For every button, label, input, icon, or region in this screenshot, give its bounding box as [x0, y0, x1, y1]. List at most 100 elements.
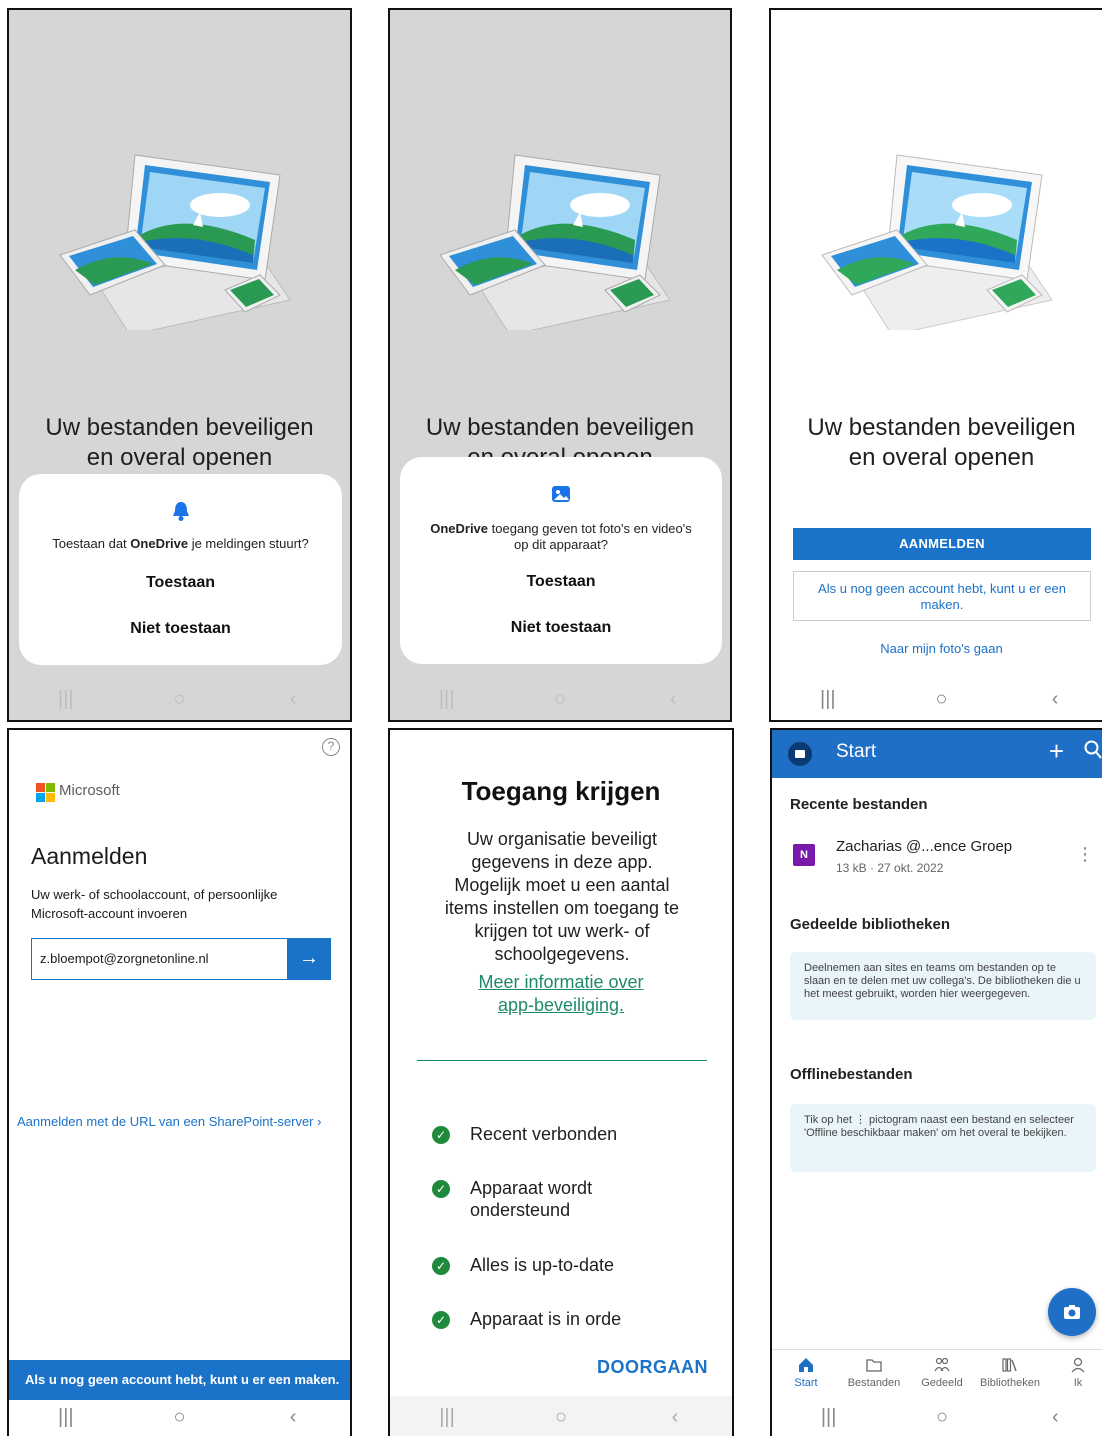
permission-message: Toestaan dat OneDrive je meldingen stuur… — [52, 536, 309, 551]
section-title-offline: Offlinebestanden — [790, 1066, 913, 1083]
allow-button[interactable]: Toestaan — [400, 573, 722, 591]
system-nav-bar: ||| ○ ‹ — [9, 678, 350, 720]
library-icon — [1002, 1358, 1017, 1372]
next-arrow-button[interactable]: → — [287, 938, 331, 980]
file-name: Zacharias @...ence Groep — [836, 838, 1013, 855]
photo-icon — [400, 483, 722, 510]
more-info-link[interactable]: Meer informatie over app-beveiliging. — [390, 971, 732, 1017]
screen-onedrive-home: Start + Recente bestanden N Zacharias @.… — [770, 728, 1102, 1436]
headline-line-2: en overal openen — [848, 444, 1035, 471]
continue-button[interactable]: DOORGAAN — [597, 1357, 708, 1378]
section-title-shared: Gedeelde bibliotheken — [790, 916, 951, 933]
help-icon[interactable]: ? — [322, 738, 340, 756]
page-title: Toegang krijgen — [461, 776, 661, 806]
page-title: Aanmelden — [31, 843, 148, 869]
signin-button[interactable]: AANMELDEN — [793, 528, 1091, 560]
screen-onedrive-welcome: Uw bestanden beveiligen en overal openen… — [769, 8, 1102, 722]
shared-info-box: Deelnemen aan sites en teams om bestande… — [790, 952, 1096, 1020]
tab-gedeeld[interactable]: Gedeeld — [909, 1356, 975, 1389]
tab-start[interactable]: Start — [773, 1356, 839, 1389]
people-icon — [934, 1357, 950, 1372]
file-meta: 13 kB · 27 okt. 2022 — [836, 861, 944, 875]
section-title-recent: Recente bestanden — [790, 796, 928, 813]
check-circle-icon: ✓ — [432, 1180, 450, 1198]
headline-line-1: Uw bestanden beveiligen — [45, 414, 314, 441]
microsoft-logo — [36, 783, 55, 802]
recents-nav-button[interactable]: ||| — [808, 688, 848, 711]
deny-button[interactable]: Niet toestaan — [19, 620, 342, 638]
screen-access-check: Toegang krijgen Uw organisatie beveiligt… — [388, 728, 734, 1436]
devices-illustration — [820, 154, 1053, 330]
allow-button[interactable]: Toestaan — [19, 574, 342, 592]
offline-info-box: Tik op het ⋮ pictogram naast een bestand… — [790, 1104, 1096, 1172]
person-icon — [1071, 1357, 1085, 1373]
screen-photo-permission: Uw bestanden beveiligen en overal openen… — [388, 8, 732, 722]
go-to-photos-link[interactable]: Naar mijn foto's gaan — [771, 641, 1102, 656]
bell-icon — [19, 500, 342, 527]
permission-dialog: Toestaan dat OneDrive je meldingen stuur… — [19, 474, 342, 665]
back-nav-button[interactable]: ‹ — [653, 688, 693, 711]
system-nav-bar: ||| ○ ‹ — [772, 1396, 1102, 1436]
search-icon[interactable] — [1084, 740, 1102, 765]
check-item: ✓ Apparaat is in orde — [432, 1308, 621, 1330]
folder-icon — [866, 1359, 882, 1372]
app-header: Start + — [772, 730, 1102, 778]
tab-bibliotheken[interactable]: Bibliotheken — [977, 1356, 1043, 1389]
home-nav-button[interactable]: ○ — [922, 1406, 962, 1429]
create-account-button[interactable]: Als u nog geen account hebt, kunt u er e… — [793, 571, 1091, 621]
screen-notification-permission: Uw bestanden beveiligen en overal openen… — [7, 8, 352, 722]
recents-nav-button[interactable]: ||| — [427, 688, 467, 711]
tab-bestanden[interactable]: Bestanden — [841, 1356, 907, 1389]
email-field[interactable]: z.bloempot@zorgnetonline.nl — [31, 938, 288, 980]
home-nav-button[interactable]: ○ — [159, 688, 199, 711]
home-nav-button[interactable]: ○ — [540, 688, 580, 711]
header-title: Start — [836, 741, 877, 762]
access-body-text: Uw organisatie beveiligt gegevens in dez… — [444, 829, 680, 964]
headline-line-1: Uw bestanden beveiligen — [807, 414, 1076, 441]
permission-message: OneDrive toegang geven tot foto's en vid… — [430, 521, 692, 552]
recents-nav-button[interactable]: ||| — [46, 1406, 86, 1429]
back-nav-button[interactable]: ‹ — [273, 1406, 313, 1429]
check-circle-icon: ✓ — [432, 1257, 450, 1275]
chevron-right-icon: › — [317, 1114, 322, 1129]
deny-button[interactable]: Niet toestaan — [400, 619, 722, 637]
microsoft-brand-text: Microsoft — [59, 782, 120, 799]
divider — [417, 1060, 707, 1061]
camera-icon — [1064, 1305, 1080, 1319]
check-circle-icon: ✓ — [432, 1311, 450, 1329]
back-nav-button[interactable]: ‹ — [1035, 1406, 1075, 1429]
onenote-icon: N — [793, 844, 815, 866]
headline-line-2: en overal openen — [86, 444, 273, 471]
system-nav-bar: ||| ○ ‹ — [390, 678, 730, 720]
signin-subtitle: Uw werk- of schoolaccount, of persoonlij… — [31, 887, 278, 921]
recents-nav-button[interactable]: ||| — [46, 688, 86, 711]
home-nav-button[interactable]: ○ — [159, 1406, 199, 1429]
permission-dialog: OneDrive toegang geven tot foto's en vid… — [400, 457, 722, 664]
briefcase-icon — [795, 750, 805, 758]
recents-nav-button[interactable]: ||| — [427, 1406, 467, 1429]
back-nav-button[interactable]: ‹ — [1035, 688, 1075, 711]
back-nav-button[interactable]: ‹ — [273, 688, 313, 711]
create-account-banner[interactable]: Als u nog geen account hebt, kunt u er e… — [9, 1360, 350, 1400]
system-nav-bar: ||| ○ ‹ — [771, 678, 1102, 720]
devices-illustration — [439, 154, 671, 330]
camera-button[interactable] — [1048, 1288, 1096, 1336]
add-button[interactable]: + — [1049, 736, 1064, 767]
bottom-tab-bar: Start Bestanden Gedeeld Bibliotheken Ik — [772, 1350, 1102, 1396]
screen-microsoft-signin: ? Microsoft Aanmelden Uw werk- of school… — [7, 728, 352, 1436]
recents-nav-button[interactable]: ||| — [809, 1406, 849, 1429]
more-options-icon[interactable]: ⋮ — [1076, 844, 1094, 865]
devices-illustration — [58, 154, 291, 330]
home-nav-button[interactable]: ○ — [921, 688, 961, 711]
file-row[interactable]: N Zacharias @...ence Groep 13 kB · 27 ok… — [772, 830, 1102, 882]
check-item: ✓ Apparaat wordt ondersteund — [432, 1177, 632, 1221]
check-circle-icon: ✓ — [432, 1126, 450, 1144]
sharepoint-signin-link[interactable]: Aanmelden met de URL van een SharePoint-… — [17, 1114, 321, 1129]
back-nav-button[interactable]: ‹ — [655, 1406, 695, 1429]
tab-ik[interactable]: Ik — [1045, 1356, 1102, 1389]
home-nav-button[interactable]: ○ — [541, 1406, 581, 1429]
system-nav-bar: ||| ○ ‹ — [9, 1396, 350, 1436]
check-item: ✓ Alles is up-to-date — [432, 1254, 614, 1276]
account-avatar[interactable] — [788, 742, 812, 766]
headline-line-1: Uw bestanden beveiligen — [425, 414, 695, 441]
